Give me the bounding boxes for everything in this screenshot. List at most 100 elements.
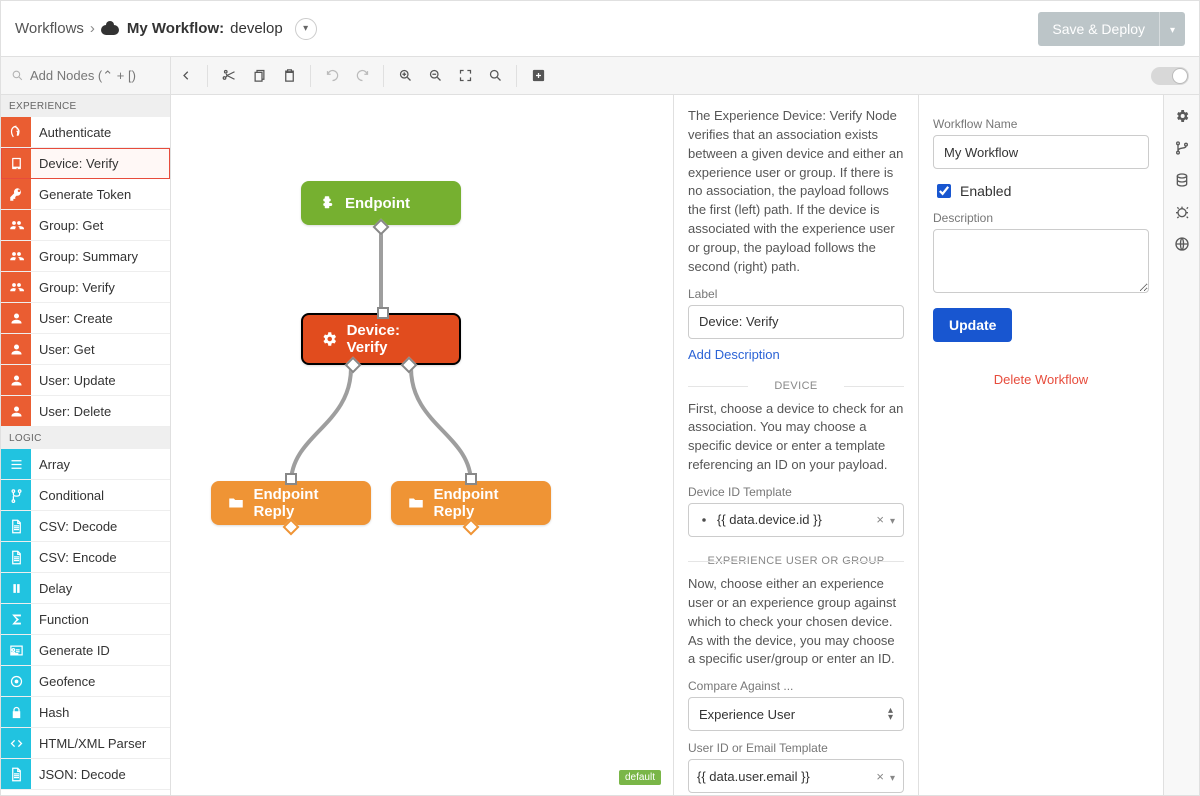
node-device-verify[interactable]: Device: Verify: [301, 313, 461, 365]
palette-node[interactable]: User: Update: [1, 365, 170, 396]
paste-button[interactable]: [274, 57, 304, 94]
palette-node-label: Group: Summary: [31, 249, 138, 264]
branch-icon: [1, 480, 31, 510]
enabled-checkbox[interactable]: Enabled: [933, 181, 1149, 201]
palette-node[interactable]: Function: [1, 604, 170, 635]
palette-node-label: Generate Token: [31, 187, 131, 202]
sigma-icon: [1, 604, 31, 634]
undo-icon: [325, 68, 340, 83]
enabled-checkbox-input[interactable]: [937, 184, 951, 198]
label-field-label: Label: [688, 287, 904, 301]
rail-versions[interactable]: [1168, 133, 1196, 163]
palette-node[interactable]: Generate ID: [1, 635, 170, 666]
palette-node[interactable]: CSV: Decode: [1, 511, 170, 542]
compare-select[interactable]: Experience User ▴▾: [688, 697, 904, 731]
add-description-link[interactable]: Add Description: [688, 347, 780, 362]
section-device: DEVICE: [688, 380, 904, 392]
palette-node[interactable]: Generate Token: [1, 179, 170, 210]
chevron-down-icon[interactable]: [890, 512, 895, 527]
palette-node[interactable]: User: Get: [1, 334, 170, 365]
palette-category: EXPERIENCE: [1, 95, 170, 117]
clear-icon[interactable]: ×: [876, 512, 884, 527]
node-endpoint[interactable]: Endpoint: [301, 181, 461, 225]
node-port[interactable]: [465, 473, 477, 485]
zoom-reset-button[interactable]: [480, 57, 510, 94]
palette-node[interactable]: JSON: Decode: [1, 759, 170, 790]
add-node-button[interactable]: [523, 57, 553, 94]
header: Workflows › My Workflow: develop Save & …: [1, 1, 1199, 57]
user-id-input[interactable]: {{ data.user.email }} ×: [688, 759, 904, 793]
description-textarea[interactable]: [933, 229, 1149, 293]
rail-settings[interactable]: [1168, 101, 1196, 131]
select-caret-icon: ▴▾: [888, 707, 893, 721]
rail-debug[interactable]: [1168, 197, 1196, 227]
paste-icon: [282, 68, 297, 83]
chevron-down-icon[interactable]: [890, 769, 895, 784]
add-nodes-search[interactable]: Add Nodes (⌃ + [): [1, 57, 171, 94]
redo-button[interactable]: [347, 57, 377, 94]
zoom-in-button[interactable]: [390, 57, 420, 94]
palette-node[interactable]: HTML/XML Parser: [1, 728, 170, 759]
palette-node[interactable]: Authenticate: [1, 117, 170, 148]
palette-node[interactable]: Device: Verify: [1, 148, 170, 179]
palette-node[interactable]: Array: [1, 449, 170, 480]
undo-button[interactable]: [317, 57, 347, 94]
id-icon: [1, 635, 31, 665]
search-icon: [11, 69, 24, 82]
node-endpoint-reply-left[interactable]: Endpoint Reply: [211, 481, 371, 525]
node-config-panel: DEVICE: VERIFY ? The Experience Device: …: [673, 95, 918, 795]
palette-node[interactable]: Group: Summary: [1, 241, 170, 272]
node-endpoint-reply-right[interactable]: Endpoint Reply: [391, 481, 551, 525]
palette-node[interactable]: User: Create: [1, 303, 170, 334]
user-icon: [1, 303, 31, 333]
cloud-icon: [101, 23, 119, 35]
save-deploy-button[interactable]: Save & Deploy: [1038, 12, 1159, 46]
palette-node[interactable]: Delay: [1, 573, 170, 604]
puzzle-icon: [317, 193, 337, 213]
clear-icon[interactable]: ×: [876, 769, 884, 784]
canvas[interactable]: Endpoint Device: Verify Endpoint Reply E…: [171, 95, 673, 795]
zoom-out-button[interactable]: [420, 57, 450, 94]
node-port[interactable]: [285, 473, 297, 485]
palette-node[interactable]: Hash: [1, 697, 170, 728]
zoom-fit-button[interactable]: [450, 57, 480, 94]
palette-node[interactable]: Geofence: [1, 666, 170, 697]
node-endpoint-label: Endpoint: [345, 195, 410, 212]
palette-node-label: HTML/XML Parser: [31, 736, 146, 751]
rail-globals[interactable]: [1168, 229, 1196, 259]
palette-node[interactable]: Group: Verify: [1, 272, 170, 303]
user-icon: [1, 365, 31, 395]
branch-dropdown[interactable]: [295, 18, 317, 40]
cut-button[interactable]: [214, 57, 244, 94]
palette-node-label: Device: Verify: [31, 156, 118, 171]
pause-icon: [1, 573, 31, 603]
node-port[interactable]: [377, 307, 389, 319]
users-icon: [1, 210, 31, 240]
debug-toggle[interactable]: [1151, 67, 1189, 85]
device-id-input[interactable]: {{ data.device.id }} ×: [688, 503, 904, 537]
update-button[interactable]: Update: [933, 308, 1012, 342]
palette-node[interactable]: CSV: Encode: [1, 542, 170, 573]
palette-node[interactable]: Group: Get: [1, 210, 170, 241]
copy-button[interactable]: [244, 57, 274, 94]
rail-storage[interactable]: [1168, 165, 1196, 195]
delete-workflow-link[interactable]: Delete Workflow: [933, 372, 1149, 387]
breadcrumb-separator: ›: [90, 20, 95, 37]
breadcrumb-root[interactable]: Workflows: [15, 20, 84, 37]
node-description: The Experience Device: Verify Node verif…: [688, 107, 904, 277]
palette-node-label: Authenticate: [31, 125, 111, 140]
label-input[interactable]: [688, 305, 904, 339]
palette-node-label: Function: [31, 612, 89, 627]
plus-icon: [531, 68, 546, 83]
git-branch-icon: [1174, 140, 1190, 156]
palette-node-label: CSV: Encode: [31, 550, 117, 565]
folder-icon: [407, 493, 425, 513]
save-deploy-caret[interactable]: [1159, 12, 1185, 46]
toolbar: Add Nodes (⌃ + [): [1, 57, 1199, 95]
wf-name-input[interactable]: [933, 135, 1149, 169]
palette-node-label: Geofence: [31, 674, 95, 689]
palette-node[interactable]: User: Delete: [1, 396, 170, 427]
back-button[interactable]: [171, 57, 201, 94]
palette-node[interactable]: Conditional: [1, 480, 170, 511]
section-user: EXPERIENCE USER OR GROUP: [688, 555, 904, 567]
